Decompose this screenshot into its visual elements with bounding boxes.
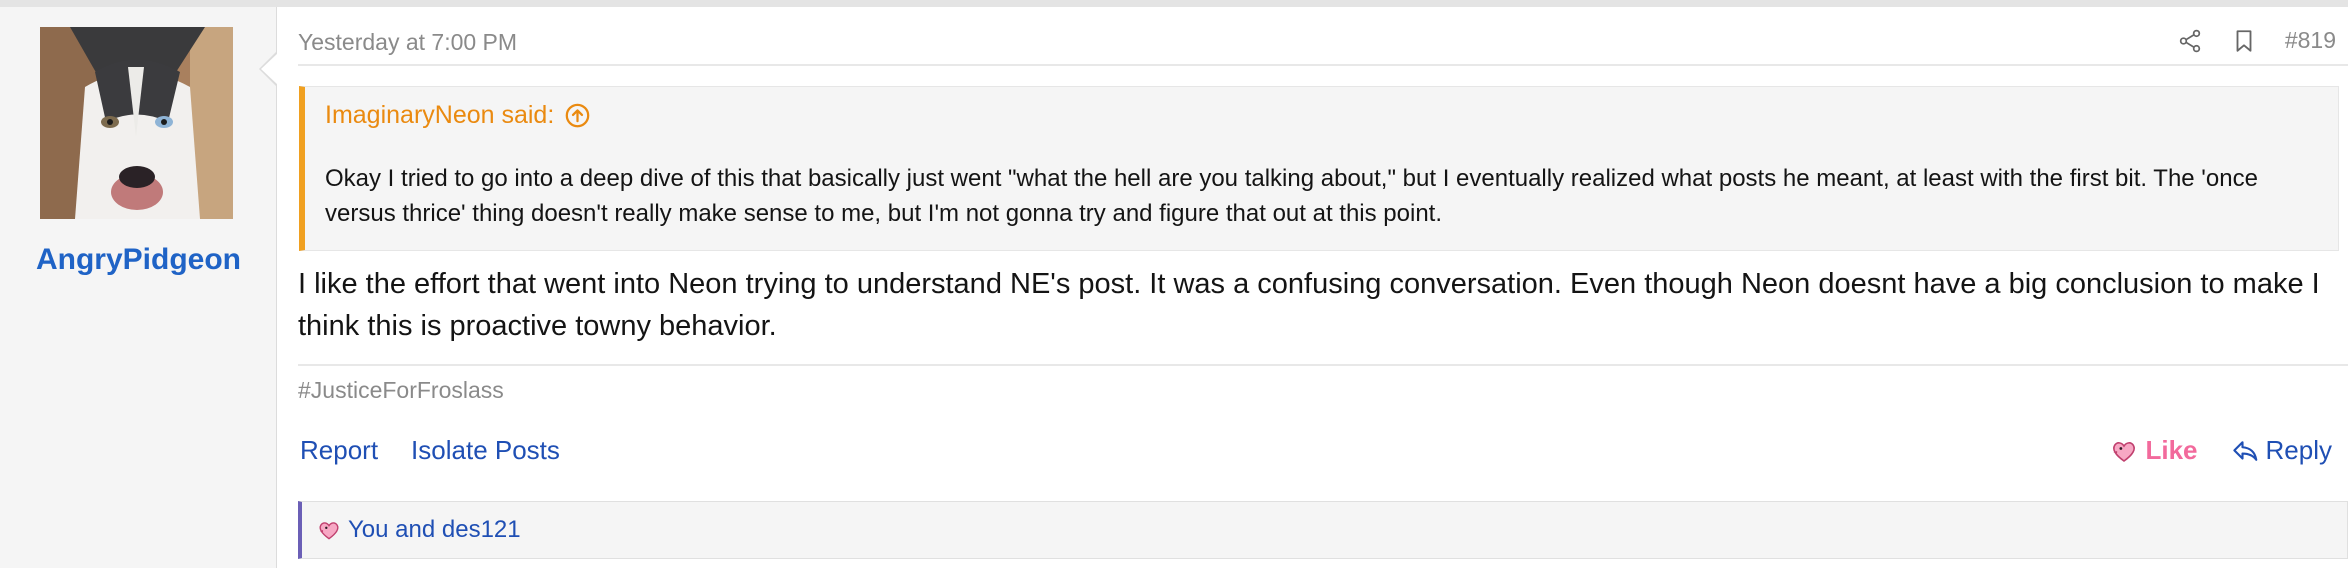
avatar[interactable]	[40, 27, 233, 219]
post-meta-actions: #819	[2177, 27, 2336, 54]
reply-label: Reply	[2265, 435, 2332, 465]
signature-divider	[298, 364, 2348, 366]
quote-author: ImaginaryNeon said:	[325, 101, 555, 129]
reactions-bar[interactable]: You and des121	[298, 501, 2348, 559]
username[interactable]: AngryPidgeon	[0, 243, 277, 277]
post-footer-left: Report Isolate Posts	[300, 435, 560, 466]
post-timestamp[interactable]: Yesterday at 7:00 PM	[298, 29, 517, 56]
arrow-up-circle-icon[interactable]	[564, 102, 591, 129]
like-button[interactable]: Like	[2109, 435, 2198, 466]
signature: #JusticeForFroslass	[298, 377, 504, 403]
heart-bird-icon	[319, 522, 339, 540]
share-icon[interactable]	[2177, 28, 2203, 54]
reply-button[interactable]: Reply	[2230, 435, 2332, 466]
husky-dog-avatar-image	[40, 27, 233, 219]
post-pointer-inner	[261, 53, 278, 85]
top-divider	[0, 0, 2348, 7]
report-link[interactable]: Report	[300, 435, 378, 466]
heart-bird-icon	[2113, 441, 2136, 462]
post-footer-right: Like Reply	[2109, 435, 2332, 466]
like-label: Like	[2145, 435, 2198, 465]
post-message: I like the effort that went into Neon tr…	[298, 268, 2320, 342]
quote-block: ImaginaryNeon said: Okay I tried to go i…	[299, 86, 2339, 251]
quote-header[interactable]: ImaginaryNeon said:	[325, 101, 591, 130]
post-main: Yesterday at 7:00 PM #819 ImaginaryNeon …	[278, 7, 2348, 568]
user-column: AngryPidgeon	[0, 7, 277, 568]
reactions-summary[interactable]: You and des121	[348, 516, 521, 544]
quote-text: Okay I tried to go into a deep dive of t…	[325, 165, 2258, 227]
post-number[interactable]: #819	[2285, 27, 2336, 54]
isolate-posts-link[interactable]: Isolate Posts	[411, 435, 560, 466]
bookmark-icon[interactable]	[2231, 28, 2257, 54]
reply-arrow-icon	[2232, 440, 2257, 461]
forum-post: AngryPidgeon Yesterday at 7:00 PM #819 I…	[0, 7, 2348, 568]
meta-divider	[298, 64, 2348, 66]
